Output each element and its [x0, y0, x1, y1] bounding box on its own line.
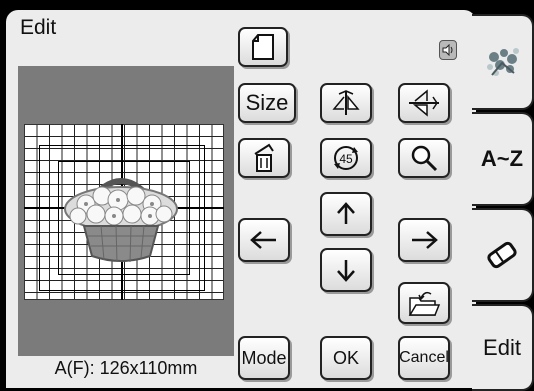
- size-button-label: Size: [245, 90, 289, 115]
- flower-basket-pattern: [64, 178, 178, 263]
- trash-icon: [254, 143, 274, 172]
- size-button[interactable]: Size: [238, 83, 296, 123]
- screen-title: Edit: [20, 16, 57, 39]
- move-down-button[interactable]: [320, 248, 372, 292]
- tab-edit-label: Edit: [483, 334, 521, 360]
- mirror-horizontal-button[interactable]: [320, 83, 372, 123]
- pattern-preview: [18, 66, 234, 356]
- speaker-icon: [442, 44, 453, 56]
- move-up-button[interactable]: [320, 192, 372, 236]
- mode-button[interactable]: Mode: [238, 336, 290, 380]
- pattern-size-label: A(F): 126x110mm: [54, 358, 198, 378]
- mirror-vertical-button[interactable]: [398, 83, 450, 123]
- ok-button[interactable]: OK: [320, 336, 372, 380]
- zoom-button[interactable]: [398, 138, 450, 178]
- move-right-button[interactable]: [398, 218, 450, 262]
- magnifier-icon: [411, 145, 438, 172]
- move-left-button[interactable]: [238, 218, 290, 262]
- speaker-button[interactable]: [439, 40, 457, 60]
- folder-open-icon: [408, 291, 441, 316]
- mirror-horizontal-icon: [332, 90, 360, 115]
- new-page-button[interactable]: [238, 27, 288, 67]
- arrow-right-icon: [412, 231, 438, 249]
- rotate-button[interactable]: 45: [320, 138, 372, 178]
- arrow-up-icon: [337, 202, 355, 224]
- arrow-down-icon: [337, 260, 355, 282]
- tab-pattern[interactable]: [472, 14, 534, 110]
- cancel-button-label: Cancel: [399, 349, 449, 366]
- tab-edit[interactable]: Edit: [472, 304, 534, 391]
- rotate-45-icon: 45: [334, 146, 358, 170]
- eraser-icon: [487, 241, 517, 269]
- cancel-button[interactable]: Cancel: [398, 336, 450, 380]
- delete-button[interactable]: [238, 138, 290, 178]
- mirror-vertical-icon: [409, 89, 439, 117]
- svg-text:45: 45: [339, 152, 353, 166]
- page-icon: [252, 34, 274, 60]
- tab-alphabet[interactable]: A~Z: [472, 112, 534, 206]
- mode-button-label: Mode: [241, 347, 287, 368]
- edit-screen: Edit A(F): 126x110mm Size 45 Mode OK Can…: [6, 10, 476, 388]
- ok-button-label: OK: [332, 347, 359, 368]
- embroidery-pattern-icon: [487, 48, 519, 76]
- tab-eraser[interactable]: [472, 208, 534, 302]
- tab-alphabet-label: A~Z: [480, 146, 524, 171]
- arrow-left-icon: [250, 231, 276, 249]
- open-folder-button[interactable]: [398, 282, 450, 324]
